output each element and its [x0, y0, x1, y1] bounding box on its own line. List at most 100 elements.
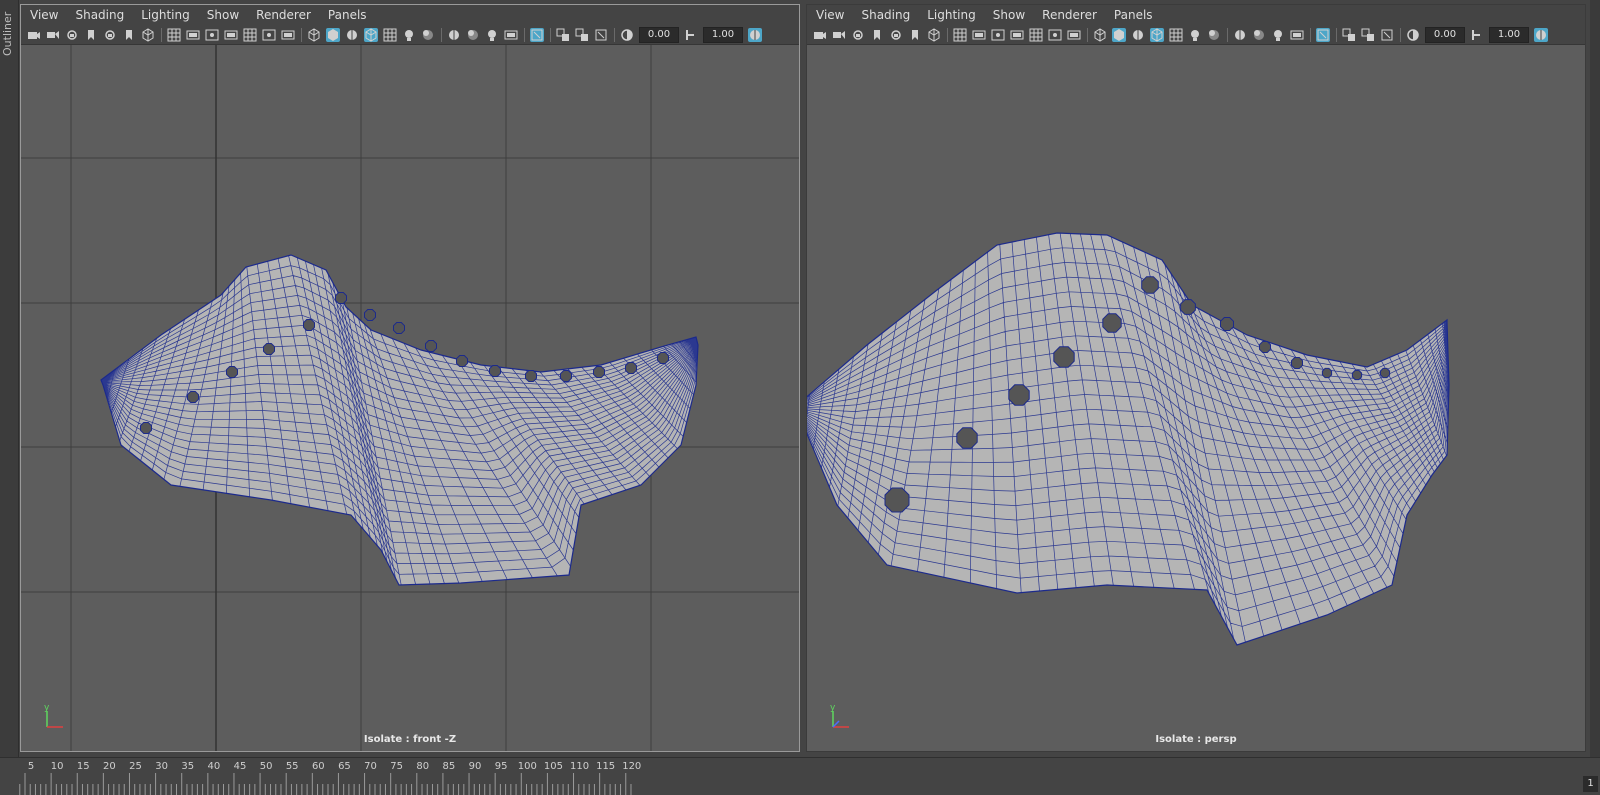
bookmark-icon[interactable]: [122, 28, 136, 42]
film-gate-icon[interactable]: [186, 28, 200, 42]
film-gate-icon[interactable]: [281, 28, 295, 42]
wireframe-icon[interactable]: [141, 27, 155, 42]
textured-icon[interactable]: [345, 28, 359, 42]
camera-icon[interactable]: [813, 28, 827, 42]
shadows-icon[interactable]: [1252, 28, 1266, 42]
wireframe-icon[interactable]: [307, 27, 321, 42]
menu-panels[interactable]: Panels: [319, 5, 375, 25]
textured-icon[interactable]: [748, 27, 762, 42]
grid-icon[interactable]: [167, 28, 181, 42]
isolate-select-icon[interactable]: [1380, 28, 1394, 42]
lights-icon[interactable]: [402, 28, 416, 42]
menu-lighting[interactable]: Lighting: [918, 5, 984, 25]
xray-icon[interactable]: [1342, 28, 1356, 42]
time-slider[interactable]: 5 10 15 20 25 30 35 40 45 50 55 60 65 70 75 80 85 90 95 100…: [0, 757, 1600, 795]
smooth-shade-icon[interactable]: [1112, 27, 1126, 42]
shadows-icon[interactable]: [421, 28, 435, 42]
camera-icon[interactable]: [27, 28, 41, 42]
menu-view[interactable]: View: [807, 5, 852, 25]
menu-show[interactable]: Show: [984, 5, 1033, 25]
film-gate-icon[interactable]: [1290, 28, 1304, 42]
eyelet-hole: [140, 422, 152, 434]
isolate-select-icon[interactable]: [1316, 27, 1330, 42]
resolution-gate-icon[interactable]: [262, 28, 276, 42]
eyelet-hole: [1379, 367, 1391, 379]
resolution-gate-icon[interactable]: [991, 28, 1005, 42]
resolution-gate-icon[interactable]: [1048, 28, 1062, 42]
film-gate-icon[interactable]: [504, 28, 518, 42]
textured-icon[interactable]: [1233, 28, 1247, 42]
menu-shading[interactable]: Shading: [852, 5, 918, 25]
film-gate-icon[interactable]: [972, 28, 986, 42]
menu-renderer[interactable]: Renderer: [1033, 5, 1105, 25]
front-view-panel[interactable]: View Shading Lighting Show Renderer Pane…: [20, 4, 800, 752]
xray-icon[interactable]: [1361, 28, 1375, 42]
menu-lighting[interactable]: Lighting: [132, 5, 198, 25]
persp-view-panel[interactable]: View Shading Lighting Show Renderer Pane…: [806, 4, 1586, 752]
film-gate-icon[interactable]: [1010, 28, 1024, 42]
exposure-icon[interactable]: [620, 28, 634, 42]
lock-camera-icon[interactable]: [889, 28, 903, 42]
persp-viewport[interactable]: y Isolate : persp: [807, 45, 1585, 751]
grid-icon[interactable]: [1169, 28, 1183, 42]
smooth-shade-icon[interactable]: [326, 27, 340, 42]
bookmark-icon[interactable]: [908, 28, 922, 42]
timeline-tick-label: 70: [364, 761, 377, 772]
film-gate-icon[interactable]: [1067, 28, 1081, 42]
lights-icon[interactable]: [1188, 28, 1202, 42]
grid-icon[interactable]: [243, 28, 257, 42]
persp-viewport-canvas[interactable]: [807, 45, 1585, 751]
eyelet-hole: [1220, 317, 1234, 331]
grid-icon[interactable]: [383, 28, 397, 42]
front-viewport[interactable]: y Isolate : front -Z: [21, 45, 799, 751]
textured-icon[interactable]: [1534, 27, 1548, 42]
isolate-select-icon[interactable]: [594, 28, 608, 42]
textured-icon[interactable]: [1131, 28, 1145, 42]
outliner-tab[interactable]: Outliner: [0, 0, 19, 757]
current-frame-field[interactable]: 1: [1583, 776, 1598, 792]
eyelet-hole: [1259, 341, 1271, 353]
gamma-icon[interactable]: [684, 28, 698, 42]
resolution-gate-icon[interactable]: [205, 28, 219, 42]
menu-renderer[interactable]: Renderer: [247, 5, 319, 25]
wireframe-icon[interactable]: [1093, 27, 1107, 42]
gamma-value-field[interactable]: 1.00: [1489, 26, 1529, 43]
shadows-icon[interactable]: [1207, 28, 1221, 42]
grid-icon[interactable]: [953, 28, 967, 42]
menu-show[interactable]: Show: [198, 5, 247, 25]
eyelet-hole: [187, 391, 199, 403]
isolate-select-icon[interactable]: [530, 27, 544, 42]
bookmark-icon[interactable]: [84, 28, 98, 42]
xray-icon[interactable]: [556, 28, 570, 42]
toolbar-separator: [1227, 27, 1228, 42]
gamma-value-field[interactable]: 1.00: [703, 26, 743, 43]
eyelet-hole: [425, 340, 437, 352]
textured-icon[interactable]: [447, 28, 461, 42]
exposure-icon[interactable]: [1406, 28, 1420, 42]
xray-icon[interactable]: [575, 28, 589, 42]
wireframe-icon[interactable]: [364, 27, 378, 42]
bookmark-icon[interactable]: [870, 28, 884, 42]
menu-panels[interactable]: Panels: [1105, 5, 1161, 25]
lights-icon[interactable]: [485, 28, 499, 42]
panel-toolbar: 0.00 1.00: [21, 25, 799, 45]
menu-shading[interactable]: Shading: [66, 5, 132, 25]
lock-camera-icon[interactable]: [103, 28, 117, 42]
front-viewport-canvas[interactable]: [21, 45, 799, 751]
wireframe-icon[interactable]: [927, 27, 941, 42]
timeline-tick-label: 25: [129, 761, 142, 772]
lock-camera-icon[interactable]: [851, 28, 865, 42]
timeline-tick-label: 80: [416, 761, 430, 772]
select-camera-icon[interactable]: [832, 28, 846, 42]
lights-icon[interactable]: [1271, 28, 1285, 42]
wireframe-icon[interactable]: [1150, 27, 1164, 42]
shadows-icon[interactable]: [466, 28, 480, 42]
grid-icon[interactable]: [1029, 28, 1043, 42]
film-gate-icon[interactable]: [224, 28, 238, 42]
menu-view[interactable]: View: [21, 5, 66, 25]
lock-camera-icon[interactable]: [65, 28, 79, 42]
exposure-value-field[interactable]: 0.00: [639, 26, 679, 43]
gamma-icon[interactable]: [1470, 28, 1484, 42]
exposure-value-field[interactable]: 0.00: [1425, 26, 1465, 43]
select-camera-icon[interactable]: [46, 28, 60, 42]
